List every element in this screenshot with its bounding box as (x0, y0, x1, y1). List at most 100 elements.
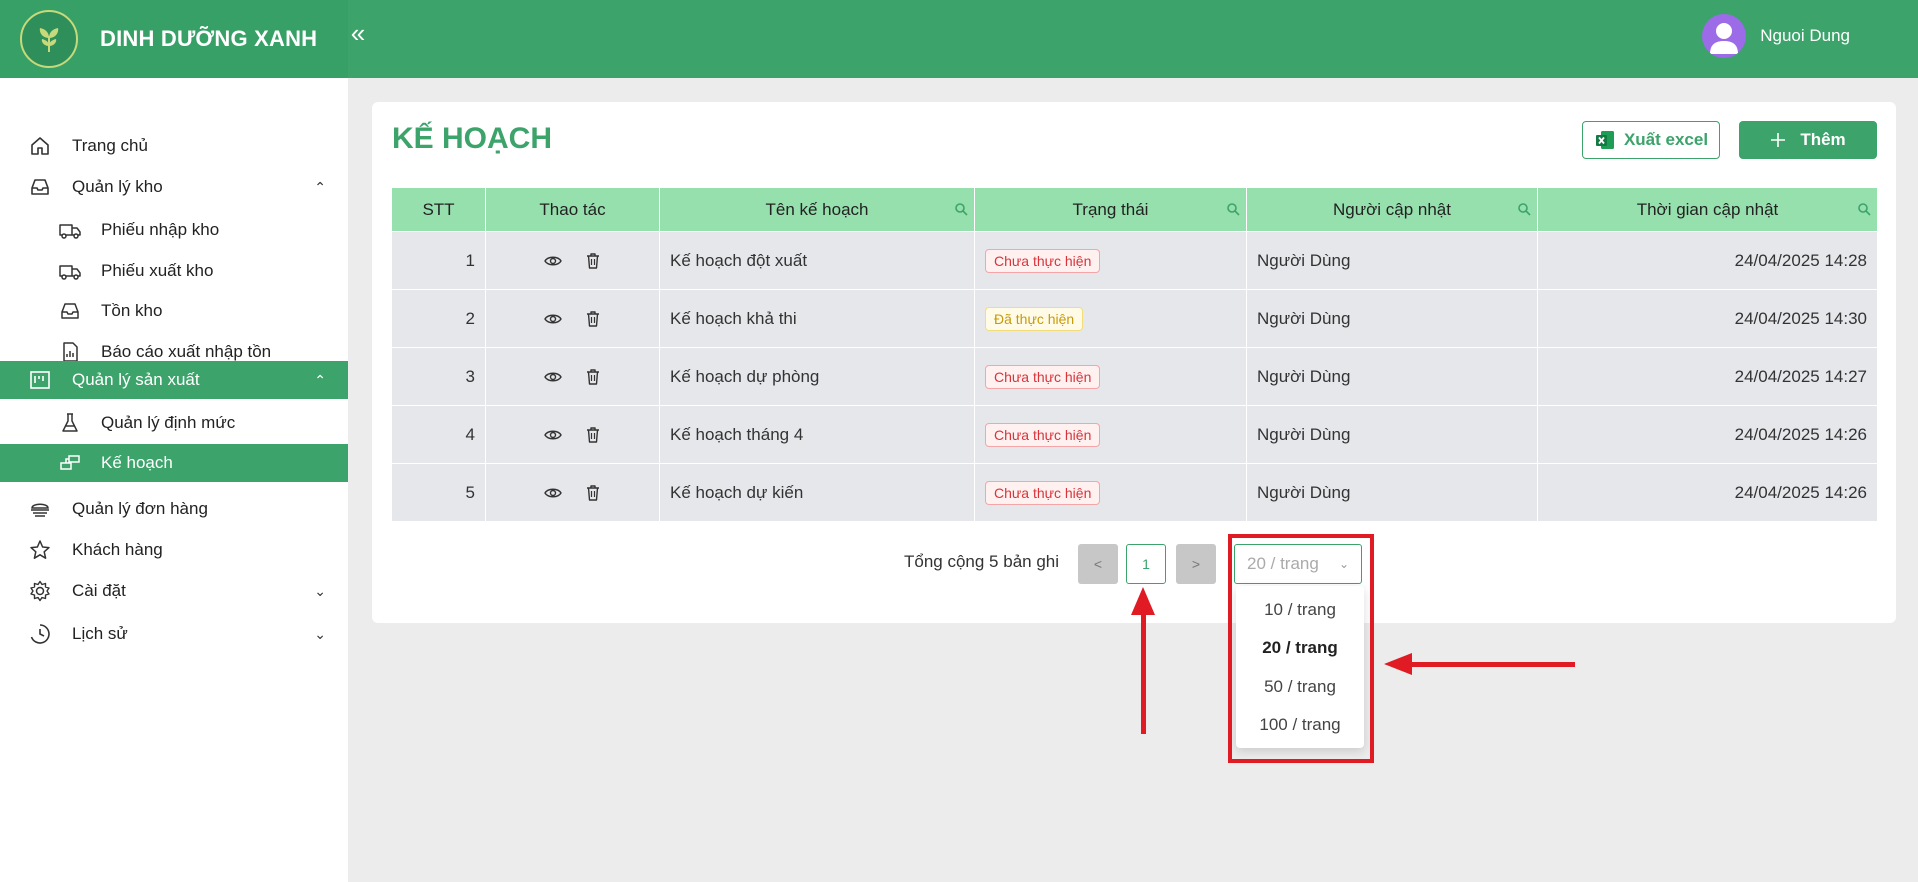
sidebar-item-norms[interactable]: Quản lý định mức (0, 404, 348, 442)
page-size-option-10[interactable]: 10 / trang (1236, 600, 1364, 620)
plus-icon (1770, 132, 1786, 148)
sidebar-item-label: Tồn kho (101, 301, 163, 320)
cell-status: Chưa thực hiện (975, 348, 1247, 406)
annotation-arrow-left-head (1384, 653, 1412, 675)
search-icon[interactable] (954, 201, 968, 216)
pagination-total: Tổng cộng 5 bản ghi (904, 552, 1060, 571)
cell-plan-name: Kế hoạch đột xuất (660, 232, 975, 290)
home-icon (28, 134, 52, 158)
sidebar-item-plan[interactable]: Kế hoạch (0, 444, 348, 482)
column-header-actions: Thao tác (486, 188, 660, 231)
status-badge: Chưa thực hiện (985, 423, 1101, 447)
trash-icon[interactable] (583, 251, 603, 271)
add-button[interactable]: Thêm (1739, 121, 1877, 159)
sidebar-item-label: Quản lý đơn hàng (72, 499, 208, 518)
export-excel-label: Xuất excel (1623, 130, 1709, 149)
eye-icon[interactable] (543, 367, 563, 387)
cell-actions (486, 464, 660, 522)
column-header-status: Trạng thái (975, 188, 1247, 231)
column-header-label: Thao tác (539, 199, 606, 219)
status-badge: Chưa thực hiện (985, 249, 1101, 273)
cell-updated-time: 24/04/2025 14:26 (1734, 425, 1867, 444)
trash-icon[interactable] (583, 483, 603, 503)
sidebar-item-settings[interactable]: Cài đặt ⌄ (0, 572, 348, 610)
sidebar-item-label: Khách hàng (72, 540, 163, 559)
trash-icon[interactable] (583, 309, 603, 329)
cell-updated-time: 24/04/2025 14:30 (1734, 309, 1867, 328)
eye-icon[interactable] (543, 483, 563, 503)
trash-icon[interactable] (583, 425, 603, 445)
cell-updater: Người Dùng (1247, 348, 1538, 406)
column-header-updater: Người cập nhật (1247, 188, 1538, 231)
cell-updater: Người Dùng (1247, 464, 1538, 522)
sidebar-item-warehouse[interactable]: Quản lý kho ⌃ (0, 168, 348, 206)
chevron-down-icon: ⌄ (314, 582, 326, 599)
sidebar-item-history[interactable]: Lịch sử ⌄ (0, 615, 348, 653)
chevron-down-icon: ⌄ (1338, 557, 1349, 571)
table-row: 3 Kế hoạch dự phòng Chưa thực hiện Người Dù… (392, 347, 1877, 406)
sidebar-item-label: Báo cáo xuất nhập tồn (101, 342, 272, 361)
content-card: KẾ HOẠCH Xuất excel Thêm STT Thao tác Tê… (372, 102, 1896, 623)
page-size-select[interactable]: 20 / trang ⌄ (1234, 544, 1362, 584)
page-size-value: 20 / trang (1247, 554, 1319, 573)
column-header-name: Tên kế hoạch (660, 188, 975, 231)
flask-icon (58, 411, 82, 435)
cell-updated-time: 24/04/2025 14:27 (1734, 367, 1867, 386)
sidebar-item-export-slip[interactable]: Phiếu xuất kho (0, 252, 348, 290)
annotation-arrow-left (1410, 662, 1575, 667)
next-page-button[interactable]: > (1176, 544, 1216, 584)
collapse-sidebar-icon[interactable]: « (348, 18, 368, 49)
chevron-down-icon: ⌄ (314, 625, 326, 642)
eye-icon[interactable] (543, 251, 563, 271)
user-menu[interactable]: Nguoi Dung (1702, 14, 1850, 58)
inbox-icon (58, 299, 82, 323)
annotation-arrow-up (1141, 610, 1146, 734)
sidebar-item-label: Cài đặt (72, 581, 126, 600)
add-label: Thêm (1800, 130, 1846, 149)
eye-icon[interactable] (543, 425, 563, 445)
sidebar-item-import-slip[interactable]: Phiếu nhập kho (0, 211, 348, 249)
trash-icon[interactable] (583, 367, 603, 387)
sidebar-item-inventory[interactable]: Tồn kho (0, 292, 348, 330)
page-1-button[interactable]: 1 (1126, 544, 1166, 584)
page-size-option-20[interactable]: 20 / trang (1236, 638, 1364, 658)
page-size-option-50[interactable]: 50 / trang (1236, 677, 1364, 697)
gear-icon (28, 579, 52, 603)
sidebar-item-production[interactable]: Quản lý sản xuất ⌃ (0, 361, 348, 399)
history-icon (28, 622, 52, 646)
sidebar-item-label: Quản lý định mức (101, 413, 236, 432)
status-badge: Đã thực hiện (985, 307, 1084, 331)
cell-stt: 3 (392, 348, 486, 406)
sidebar-item-label: Lịch sử (72, 624, 128, 643)
sidebar-item-label: Kế hoạch (101, 453, 173, 472)
sidebar-item-home[interactable]: Trang chủ (0, 127, 348, 165)
search-icon[interactable] (1226, 201, 1240, 216)
sidebar-item-orders[interactable]: Quản lý đơn hàng (0, 490, 348, 528)
cell-stt: 5 (392, 464, 486, 522)
plan-table: STT Thao tác Tên kế hoạch Trạng thái Ngư… (392, 188, 1877, 522)
factory-icon (28, 368, 52, 392)
page-size-option-100[interactable]: 100 / trang (1236, 715, 1364, 735)
cell-status: Chưa thực hiện (975, 232, 1247, 290)
truck-in-icon (58, 218, 82, 242)
export-excel-button[interactable]: Xuất excel (1582, 121, 1720, 159)
search-icon[interactable] (1517, 201, 1531, 216)
cell-status: Chưa thực hiện (975, 406, 1247, 464)
prev-page-button[interactable]: < (1078, 544, 1118, 584)
table-body: 1 Kế hoạch đột xuất Chưa thực hiện Người Dù… (392, 231, 1877, 522)
column-header-stt: STT (392, 188, 486, 231)
column-header-label: Thời gian cập nhật (1636, 199, 1779, 219)
user-name: Nguoi Dung (1760, 26, 1850, 45)
sidebar-item-label: Quản lý sản xuất (72, 370, 200, 389)
search-icon[interactable] (1857, 201, 1871, 216)
table-header: STT Thao tác Tên kế hoạch Trạng thái Ngư… (392, 188, 1877, 231)
truck-out-icon (58, 259, 82, 283)
table-row: 1 Kế hoạch đột xuất Chưa thực hiện Người Dù… (392, 231, 1877, 290)
star-icon (28, 538, 52, 562)
sidebar-item-customers[interactable]: Khách hàng (0, 531, 348, 569)
excel-icon (1594, 129, 1616, 151)
table-row: 4 Kế hoạch tháng 4 Chưa thực hiện Người Dùn… (392, 405, 1877, 464)
eye-icon[interactable] (543, 309, 563, 329)
table-row: 2 Kế hoạch khả thi Đã thực hiện Người Dùng 2… (392, 289, 1877, 348)
page-title: KẾ HOẠCH (392, 122, 553, 155)
